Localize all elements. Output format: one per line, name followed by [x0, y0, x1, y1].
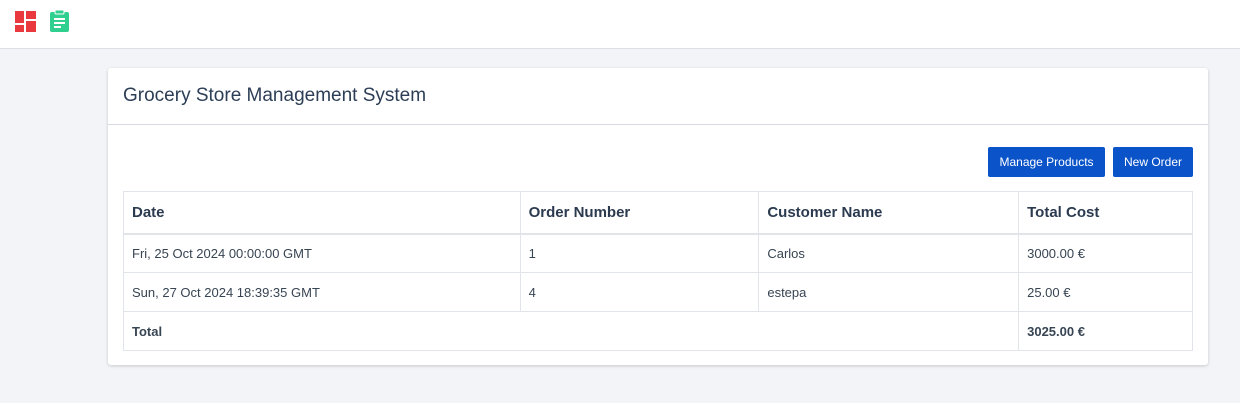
cell-order-number: 4 — [519, 272, 760, 312]
table-total-row: Total 3025.00 € — [122, 311, 1193, 351]
cell-order-number: 1 — [519, 233, 760, 273]
total-value: 3025.00 € — [1018, 311, 1193, 351]
dashboard-grid-svg — [15, 11, 36, 32]
cell-total-cost: 3000.00 € — [1018, 233, 1193, 273]
header-customer-name: Customer Name — [758, 191, 1020, 235]
manage-products-button[interactable]: Manage Products — [988, 147, 1105, 177]
new-order-button[interactable]: New Order — [1113, 147, 1193, 177]
top-navbar — [0, 0, 1240, 49]
card-header: Grocery Store Management System — [108, 68, 1208, 125]
total-label: Total — [122, 311, 1020, 351]
header-total-cost: Total Cost — [1018, 191, 1193, 235]
cell-date: Fri, 25 Oct 2024 00:00:00 GMT — [123, 233, 521, 273]
table-row: Fri, 25 Oct 2024 00:00:00 GMT 1 Carlos 3… — [123, 233, 1193, 273]
orders-table: Date Order Number Customer Name Total Co… — [122, 191, 1193, 351]
orders-card: Grocery Store Management System Manage P… — [108, 68, 1208, 365]
clipboard-svg — [50, 9, 69, 32]
clipboard-icon[interactable] — [49, 9, 70, 33]
cell-customer-name: Carlos — [758, 233, 1020, 273]
header-date: Date — [123, 191, 521, 235]
header-order-number: Order Number — [519, 191, 760, 235]
table-row: Sun, 27 Oct 2024 18:39:35 GMT 4 estepa 2… — [123, 272, 1193, 312]
dashboard-grid-icon[interactable] — [15, 11, 36, 32]
table-header-row: Date Order Number Customer Name Total Co… — [123, 191, 1193, 235]
cell-date: Sun, 27 Oct 2024 18:39:35 GMT — [123, 272, 521, 312]
cell-customer-name: estepa — [758, 272, 1020, 312]
page-title: Grocery Store Management System — [123, 85, 427, 106]
cell-total-cost: 25.00 € — [1018, 272, 1193, 312]
